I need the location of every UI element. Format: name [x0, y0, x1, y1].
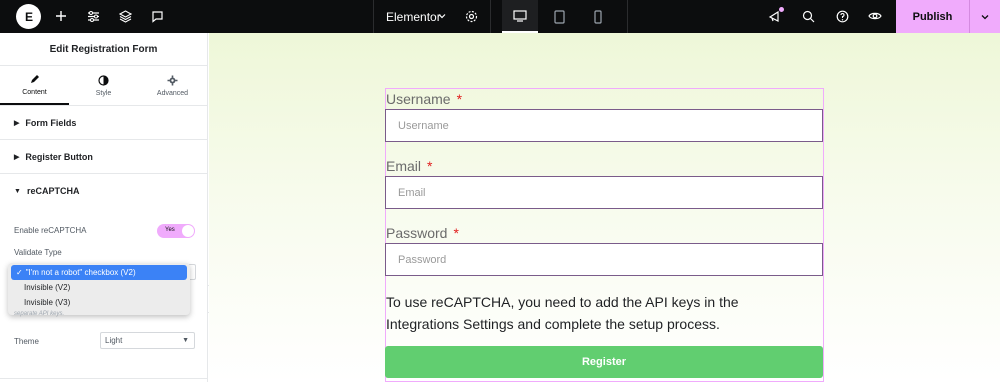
help-icon[interactable] [834, 8, 850, 24]
dropdown-option-v2-checkbox[interactable]: ✓ "I'm not a robot" checkbox (V2) [11, 265, 187, 280]
email-input[interactable]: Email [385, 176, 823, 209]
username-label: Username * [386, 91, 462, 107]
required-mark: * [456, 91, 463, 107]
tablet-device-icon[interactable] [541, 0, 577, 33]
add-element-icon[interactable] [53, 8, 69, 24]
section-register-button[interactable]: ▶ Register Button [0, 140, 207, 174]
recaptcha-hint: separate API keys. [14, 311, 65, 317]
search-icon[interactable] [800, 8, 816, 24]
tab-content[interactable]: Content [0, 66, 69, 105]
topbar-divider [373, 0, 374, 33]
enable-recaptcha-toggle[interactable]: Yes [157, 224, 195, 238]
site-name-dropdown[interactable]: Elementor [386, 10, 441, 24]
input-placeholder: Username [398, 119, 449, 132]
mobile-device-icon[interactable] [580, 0, 616, 33]
top-bar: E Elementor Publish [0, 0, 1000, 33]
email-label: Email * [386, 158, 432, 174]
validate-type-dropdown: ✓ "I'm not a robot" checkbox (V2) Invisib… [8, 263, 190, 315]
option-label: "I'm not a robot" checkbox (V2) [25, 268, 136, 277]
field-label: Email [386, 158, 422, 174]
option-label: Invisible (V3) [24, 298, 71, 307]
caret-down-icon: ▼ [182, 337, 189, 344]
dropdown-option-invisible-v2[interactable]: Invisible (V2) [8, 280, 190, 295]
theme-label: Theme [14, 337, 39, 346]
structure-layers-icon[interactable] [117, 8, 133, 24]
caret-right-icon: ▶ [14, 119, 20, 127]
chevron-down-icon[interactable] [434, 8, 450, 24]
password-label: Password * [386, 225, 459, 241]
publish-button[interactable]: Publish [896, 0, 970, 33]
section-label: Form Fields [25, 117, 77, 128]
half-circle-icon [98, 74, 109, 86]
input-placeholder: Email [398, 186, 426, 199]
toggle-value: Yes [165, 227, 175, 233]
site-settings-icon[interactable] [85, 8, 101, 24]
required-mark: * [427, 158, 433, 174]
page-settings-gear-icon[interactable] [463, 8, 479, 24]
section-label: reCAPTCHA [26, 186, 80, 196]
field-label: Password [386, 225, 448, 241]
enable-recaptcha-label: Enable reCAPTCHA [14, 226, 87, 235]
tab-advanced[interactable]: Advanced [138, 66, 207, 105]
tab-label: Advanced [156, 89, 189, 97]
theme-value: Light [105, 336, 123, 345]
recaptcha-notice: To use reCAPTCHA, you need to add the AP… [386, 294, 739, 332]
required-mark: * [453, 225, 459, 241]
username-input[interactable]: Username [385, 109, 823, 142]
notification-dot [779, 7, 784, 12]
desktop-device-icon[interactable] [502, 0, 538, 33]
topbar-divider [490, 0, 491, 33]
editor-panel: Edit Registration Form Content Style Adv… [0, 33, 208, 382]
check-icon: ✓ [16, 268, 23, 277]
option-label: Invisible (V2) [24, 283, 71, 292]
preview-eye-icon[interactable] [867, 8, 883, 24]
section-label: Register Button [25, 151, 93, 162]
publish-options-button[interactable] [970, 0, 1000, 33]
publish-label: Publish [912, 10, 953, 23]
register-button[interactable]: Register [385, 346, 823, 378]
topbar-divider [627, 0, 628, 33]
validate-type-label: Validate Type [14, 248, 62, 257]
gear-icon [167, 75, 178, 85]
field-label: Username [386, 91, 451, 107]
panel-tabs: Content Style Advanced [0, 66, 207, 106]
elementor-logo-button[interactable]: E [16, 4, 41, 29]
password-input[interactable]: Password [385, 243, 823, 276]
panel-divider [0, 378, 208, 379]
register-button-label: Register [581, 356, 627, 368]
section-recaptcha[interactable]: ▼ reCAPTCHA [0, 174, 207, 208]
chevron-down-icon [981, 14, 989, 19]
tab-label: Content [22, 88, 47, 96]
dropdown-option-invisible-v3[interactable]: Invisible (V3) [8, 295, 190, 310]
site-name-label: Elementor [386, 10, 441, 24]
tab-style[interactable]: Style [69, 66, 138, 105]
section-form-fields[interactable]: ▶ Form Fields [0, 106, 207, 140]
theme-select[interactable]: Light ▼ [100, 332, 195, 349]
panel-title: Edit Registration Form [0, 33, 207, 66]
tab-label: Style [95, 89, 112, 97]
pencil-icon [31, 74, 39, 83]
notes-comment-icon[interactable] [149, 8, 165, 24]
input-placeholder: Password [398, 253, 447, 266]
caret-down-icon: ▼ [14, 187, 21, 195]
elementor-logo-text: E [24, 9, 33, 24]
caret-right-icon: ▶ [14, 153, 20, 161]
toggle-knob [182, 225, 194, 237]
